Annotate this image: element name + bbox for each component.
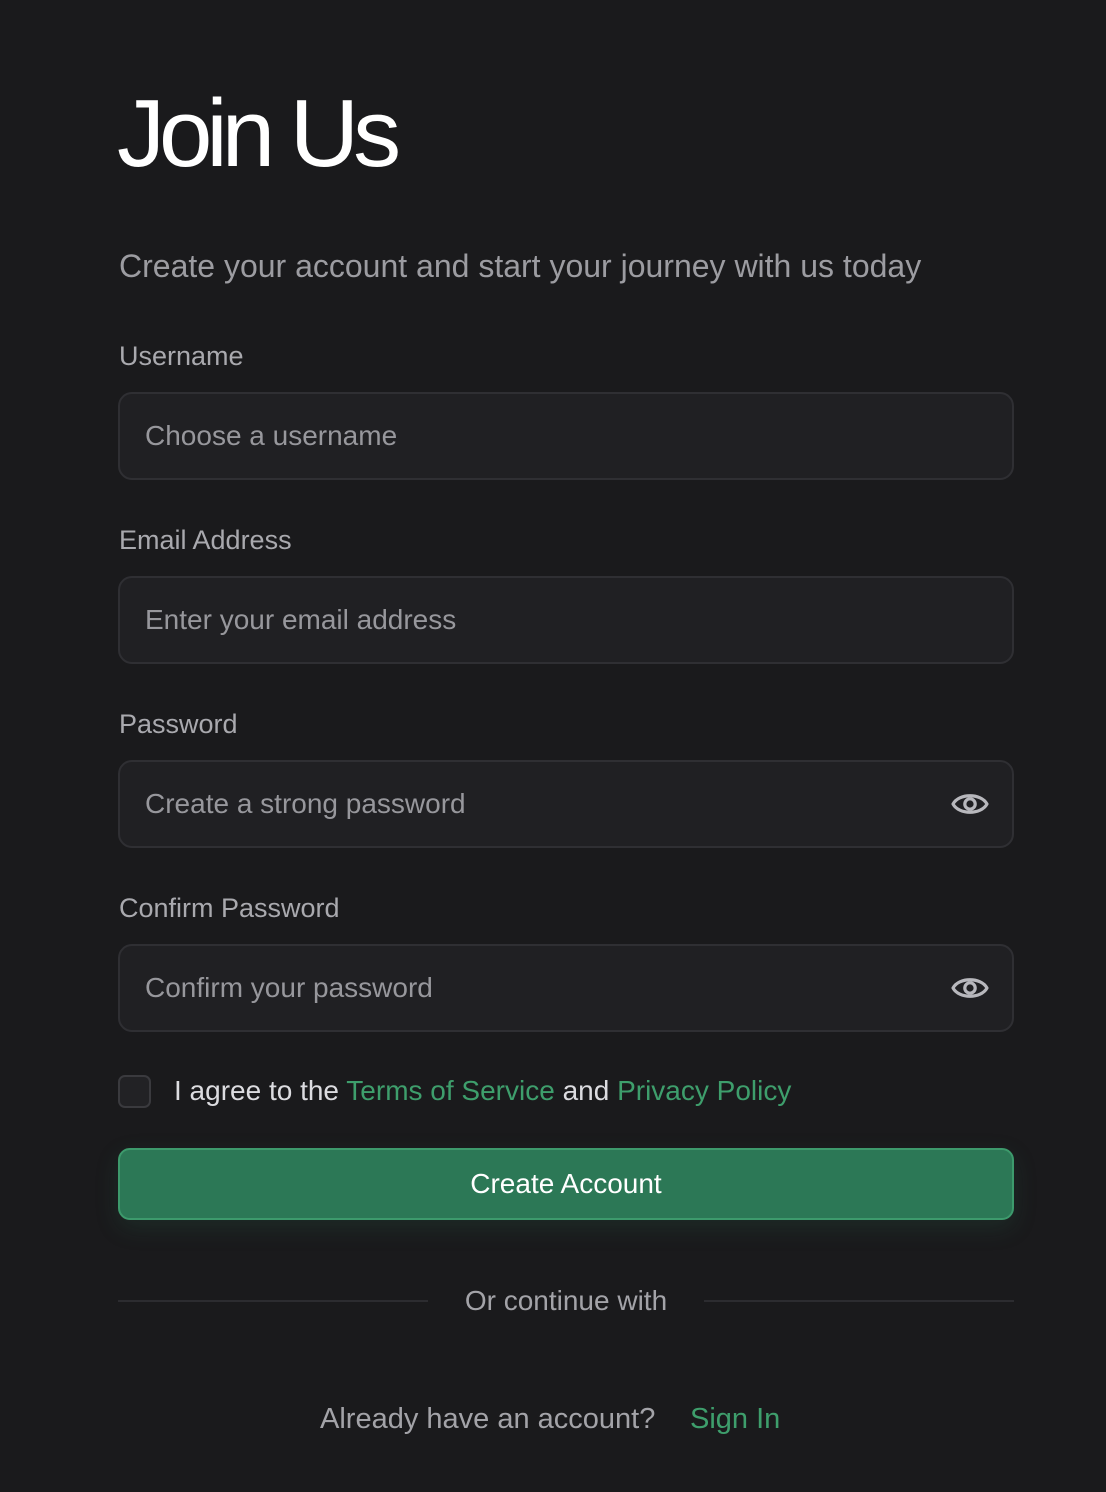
confirm-password-input[interactable] <box>145 946 925 1030</box>
email-input[interactable] <box>145 578 925 662</box>
divider-line-right <box>704 1300 1014 1302</box>
eye-icon[interactable] <box>950 971 990 1005</box>
terms-of-service-link[interactable]: Terms of Service <box>346 1075 555 1106</box>
password-label: Password <box>119 709 238 739</box>
email-label: Email Address <box>119 525 292 555</box>
privacy-policy-link[interactable]: Privacy Policy <box>617 1075 791 1106</box>
username-label: Username <box>119 341 244 371</box>
terms-agreement: I agree to the Terms of Service and Priv… <box>174 1072 791 1110</box>
page-title: Join Us <box>117 80 401 187</box>
confirm-password-field <box>118 944 1014 1032</box>
signup-page: Join Us Create your account and start yo… <box>0 0 1106 1492</box>
password-field <box>118 760 1014 848</box>
email-field <box>118 576 1014 664</box>
terms-checkbox[interactable] <box>118 1075 151 1108</box>
username-field <box>118 392 1014 480</box>
terms-conjunction: and <box>562 1075 610 1106</box>
username-input[interactable] <box>145 394 925 478</box>
signin-link[interactable]: Sign In <box>690 1399 780 1439</box>
password-input[interactable] <box>145 762 925 846</box>
terms-prefix: I agree to the <box>174 1075 340 1106</box>
signin-prompt: Already have an account? <box>320 1403 656 1435</box>
create-account-button[interactable]: Create Account <box>118 1148 1014 1220</box>
page-subtitle: Create your account and start your journ… <box>119 248 922 284</box>
eye-icon[interactable] <box>950 787 990 821</box>
confirm-password-label: Confirm Password <box>119 893 340 923</box>
